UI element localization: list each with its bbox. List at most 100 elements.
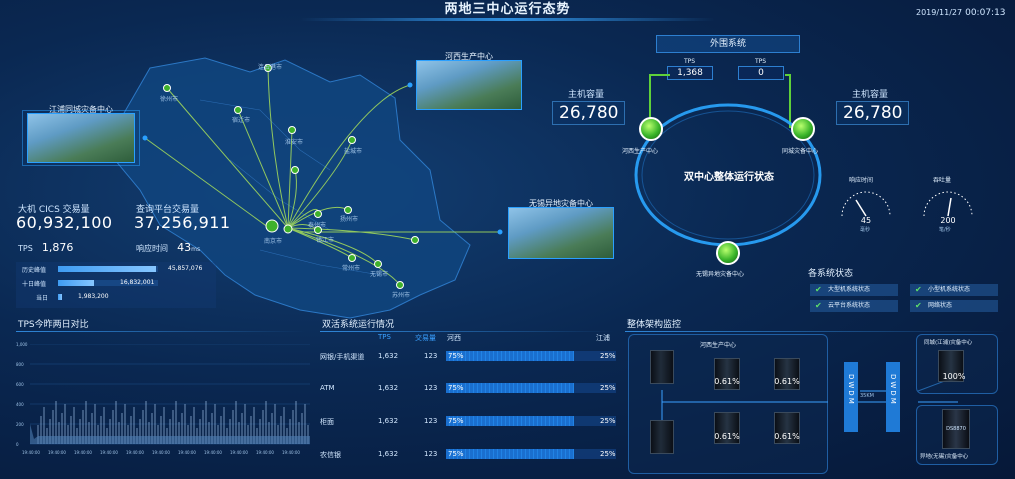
peak-value: 1,983,200 [78,293,109,300]
city-label: 泰州市 [308,222,327,229]
dwdm-right: DWDM [886,362,900,432]
dwdm-label: DWDM [889,374,897,406]
col-tps: TPS [378,333,391,341]
datetime: 2019/11/27 00:07:13 [916,8,1006,18]
status-label: 大型机系统状态 [828,286,871,293]
status-cloud[interactable]: ✔ 云平台系统状态 [810,300,898,312]
x-tick: 19:40:00 [22,450,40,455]
y-tick: 0 [16,442,19,447]
peak-track [58,266,158,272]
row-right-pct: 25% [600,352,616,360]
status-minicomputer[interactable]: ✔ 小型机系统状态 [910,284,998,296]
gauge-unit: 毫秒 [860,227,871,233]
city-label: 盐城市 [344,148,363,155]
photo-hexi [416,60,522,110]
gauge-label: 吞吐量 [933,177,952,184]
peak-bar [58,266,156,272]
date: 2019/11/27 [916,8,963,17]
x-tick: 19:40:00 [230,450,248,455]
host-right-value: 26,780 [836,101,910,125]
city-label: 无锡市 [370,271,389,278]
table-row[interactable]: ATM 1,632 123 75% 25% [320,383,620,395]
row-tps: 1,632 [378,417,399,425]
row-name: 柜面 [320,418,334,426]
city-label: 常州市 [342,265,361,272]
y-tick: 400 [16,402,24,407]
row-bar [446,449,574,459]
section-divider [16,331,306,332]
x-tick: 19:40:00 [204,450,222,455]
node-jiangpu[interactable] [791,117,815,141]
row-left-pct: 75% [448,417,464,425]
section-divider [320,331,615,332]
gauge-value: 200 [940,216,956,225]
city-label: 连云港市 [258,64,283,71]
city-label: 淮安市 [285,139,304,146]
city-label: 南京市 [264,238,283,245]
table-row[interactable]: 网银/手机渠道 1,632 123 75% 25% [320,351,620,363]
peaks-panel: 历史峰值 45,857,076 十日峰值 16,832,001 当日 1,983… [16,262,216,308]
row-tps: 1,632 [378,384,399,392]
col-volume: 交易量 [415,334,436,342]
host-left-value: 26,780 [552,101,626,125]
row-tps: 1,632 [378,352,399,360]
row-volume: 123 [424,417,438,425]
peak-bar [58,294,62,300]
row-left-pct: 75% [448,352,464,360]
row-left-pct: 75% [448,450,464,458]
x-tick: 19:40:00 [74,450,92,455]
resp-kpi: 响应时间 43ms [136,236,200,255]
x-tick: 19:40:00 [126,450,144,455]
tps-kpi: TPS 1,876 [18,236,73,255]
city-label: 扬州市 [340,216,359,223]
row-bar [446,383,574,393]
peak-value: 45,857,076 [168,265,203,272]
y-tick: 1,000 [16,342,28,347]
x-tick: 19:40:00 [152,450,170,455]
x-tick: 19:40:00 [48,450,66,455]
section-divider [625,331,1005,332]
node-jiangpu-label: 同城灾备中心 [782,148,819,155]
jiangpu-pct: 100% [942,372,966,381]
node-wuxi[interactable] [716,241,740,265]
node-hexi[interactable] [639,117,663,141]
y-tick: 200 [16,422,24,427]
row-name: 农信银 [320,451,341,459]
row-bar-track [446,383,616,393]
tps-label: TPS [18,244,33,253]
row-bar [446,416,574,426]
node-wuxi-label: 无锡异地灾备中心 [696,271,745,278]
tps-chart-title: TPS今昨两日对比 [18,320,89,330]
tps-value: 1,876 [41,241,74,254]
x-tick: 19:40:00 [100,450,118,455]
status-label: 云平台系统状态 [828,302,871,309]
row-name: 网银/手机渠道 [320,353,365,361]
row-bar-track [446,351,616,361]
host-left-label: 主机容量 [568,90,605,100]
resp-value: 43 [177,241,192,254]
status-network[interactable]: ✔ 网络状态 [910,300,998,312]
status-label: 小型机系统状态 [928,286,971,293]
row-volume: 123 [424,352,438,360]
wuxi-box-label: 异地(无锡)灾备中心 [920,454,969,460]
x-tick: 19:40:00 [178,450,196,455]
peak-value: 16,832,001 [120,279,155,286]
host-right-label: 主机容量 [852,90,889,100]
check-icon: ✔ [915,285,922,294]
col-jiangpu: 江浦 [596,334,610,342]
city-label: 苏州市 [392,292,411,299]
gauge-unit: 笔/秒 [939,227,951,233]
x-tick: 19:40:00 [282,450,300,455]
row-left-pct: 75% [448,384,464,392]
peak-label: 历史峰值 [22,267,47,274]
peak-label: 当日 [36,295,49,302]
cics-value: 60,932,100 [16,213,113,232]
dual-title: 双活系统运行情况 [322,320,395,330]
row-bar-track [446,416,616,426]
city-label: 徐州市 [160,96,179,103]
photo-frame [22,110,140,166]
table-row[interactable]: 农信银 1,632 123 75% 25% [320,449,620,461]
check-icon: ✔ [915,301,922,310]
status-mainframe[interactable]: ✔ 大型机系统状态 [810,284,898,296]
table-row[interactable]: 柜面 1,632 123 75% 25% [320,416,620,428]
